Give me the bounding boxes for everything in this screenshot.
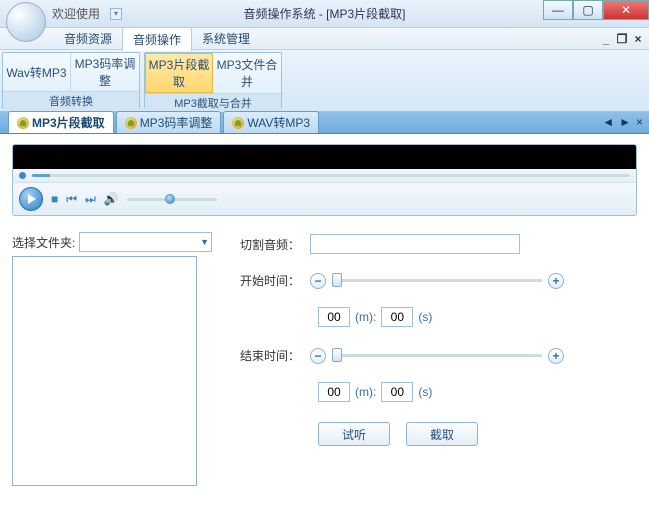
- mdi-restore-icon[interactable]: ❐: [617, 34, 627, 44]
- next-track-icon[interactable]: ⏭: [85, 192, 96, 207]
- prev-track-icon[interactable]: ⏮: [66, 192, 77, 207]
- title-bar: 欢迎使用 ▾ 音频操作系统 - [MP3片段截取] — ▢ ✕: [0, 0, 649, 28]
- tab-mp3-cut[interactable]: MP3片段截取: [8, 111, 114, 133]
- welcome-text: 欢迎使用: [52, 5, 100, 22]
- start-seconds-input[interactable]: [381, 307, 413, 327]
- app-orb-icon[interactable]: [6, 2, 46, 42]
- play-button[interactable]: [19, 187, 43, 211]
- file-listbox[interactable]: [12, 256, 197, 486]
- slider-thumb[interactable]: [332, 348, 342, 362]
- menu-audio-operation[interactable]: 音频操作: [122, 27, 192, 51]
- tab-label: MP3码率调整: [140, 114, 213, 131]
- cut-audio-label: 切割音频：: [240, 236, 310, 253]
- ribbon-group-convert: Wav转MP3 MP3码率调整 音频转换: [2, 52, 140, 109]
- audio-file-icon: [125, 117, 137, 129]
- main-menu: 音频资源 音频操作 系统管理 _ ❐ ×: [0, 28, 649, 50]
- folder-label: 选择文件夹:: [12, 234, 75, 251]
- start-time-slider[interactable]: [332, 279, 542, 282]
- tab-mp3-bitrate[interactable]: MP3码率调整: [116, 111, 222, 133]
- progress-bar[interactable]: [13, 169, 636, 182]
- volume-icon[interactable]: 🔊: [104, 192, 119, 206]
- slider-thumb[interactable]: [332, 273, 342, 287]
- start-minutes-input[interactable]: [318, 307, 350, 327]
- start-time-label: 开始时间：: [240, 272, 310, 289]
- start-decrement-button[interactable]: −: [310, 273, 326, 289]
- close-button[interactable]: ✕: [603, 0, 649, 20]
- chevron-down-icon: ▼: [200, 237, 209, 247]
- start-increment-button[interactable]: +: [548, 273, 564, 289]
- ribbon-group-convert-label: 音频转换: [3, 91, 139, 110]
- window-title: 音频操作系统 - [MP3片段截取]: [243, 5, 405, 22]
- end-decrement-button[interactable]: −: [310, 348, 326, 364]
- ribbon-wav-to-mp3[interactable]: Wav转MP3: [3, 53, 71, 91]
- maximize-button[interactable]: ▢: [573, 0, 603, 20]
- document-tabs: MP3片段截取 MP3码率调整 WAV转MP3 ◄ ► ×: [0, 112, 649, 134]
- ribbon: Wav转MP3 MP3码率调整 音频转换 MP3片段截取 MP3文件合并 MP3…: [0, 50, 649, 112]
- content-panel: ■ ⏮ ⏭ 🔊 选择文件夹: ▼ 切割音频： 开始时间： −: [0, 134, 649, 511]
- audio-file-icon: [232, 117, 244, 129]
- folder-combobox[interactable]: ▼: [79, 232, 212, 252]
- end-minutes-input[interactable]: [318, 382, 350, 402]
- end-increment-button[interactable]: +: [548, 348, 564, 364]
- minutes-unit: (m):: [355, 310, 376, 324]
- progress-dot-icon: [19, 172, 26, 179]
- ribbon-mp3-cut[interactable]: MP3片段截取: [145, 53, 213, 93]
- tab-label: WAV转MP3: [247, 114, 310, 131]
- tab-close-icon[interactable]: ×: [636, 115, 643, 129]
- preview-button[interactable]: 试听: [318, 422, 390, 446]
- tab-wav-to-mp3[interactable]: WAV转MP3: [223, 111, 319, 133]
- tab-next-icon[interactable]: ►: [619, 115, 631, 129]
- seconds-unit: (s): [418, 310, 432, 324]
- menu-audio-resource[interactable]: 音频资源: [54, 27, 122, 50]
- player-screen: [13, 145, 636, 169]
- ribbon-mp3-bitrate[interactable]: MP3码率调整: [71, 53, 139, 91]
- end-time-label: 结束时间：: [240, 347, 310, 364]
- ribbon-mp3-merge[interactable]: MP3文件合并: [213, 53, 281, 93]
- progress-track[interactable]: [32, 174, 630, 177]
- cut-audio-input[interactable]: [310, 234, 520, 254]
- minutes-unit: (m):: [355, 385, 376, 399]
- mdi-minimize-icon[interactable]: _: [601, 34, 611, 44]
- tab-label: MP3片段截取: [32, 114, 105, 131]
- tab-prev-icon[interactable]: ◄: [602, 115, 614, 129]
- menu-system-management[interactable]: 系统管理: [192, 27, 260, 50]
- ribbon-group-cut: MP3片段截取 MP3文件合并 MP3截取与合并: [144, 52, 282, 109]
- cut-button[interactable]: 截取: [406, 422, 478, 446]
- seconds-unit: (s): [418, 385, 432, 399]
- audio-file-icon: [17, 117, 29, 129]
- audio-player: ■ ⏮ ⏭ 🔊: [12, 144, 637, 216]
- mdi-close-icon[interactable]: ×: [633, 34, 643, 44]
- volume-thumb[interactable]: [165, 194, 175, 204]
- minimize-button[interactable]: —: [543, 0, 573, 20]
- end-time-slider[interactable]: [332, 354, 542, 357]
- volume-slider[interactable]: [127, 198, 217, 201]
- ribbon-group-cut-label: MP3截取与合并: [145, 93, 281, 112]
- stop-icon[interactable]: ■: [51, 192, 58, 206]
- end-seconds-input[interactable]: [381, 382, 413, 402]
- player-controls: ■ ⏮ ⏭ 🔊: [13, 182, 636, 215]
- quick-dropdown[interactable]: ▾: [110, 8, 122, 20]
